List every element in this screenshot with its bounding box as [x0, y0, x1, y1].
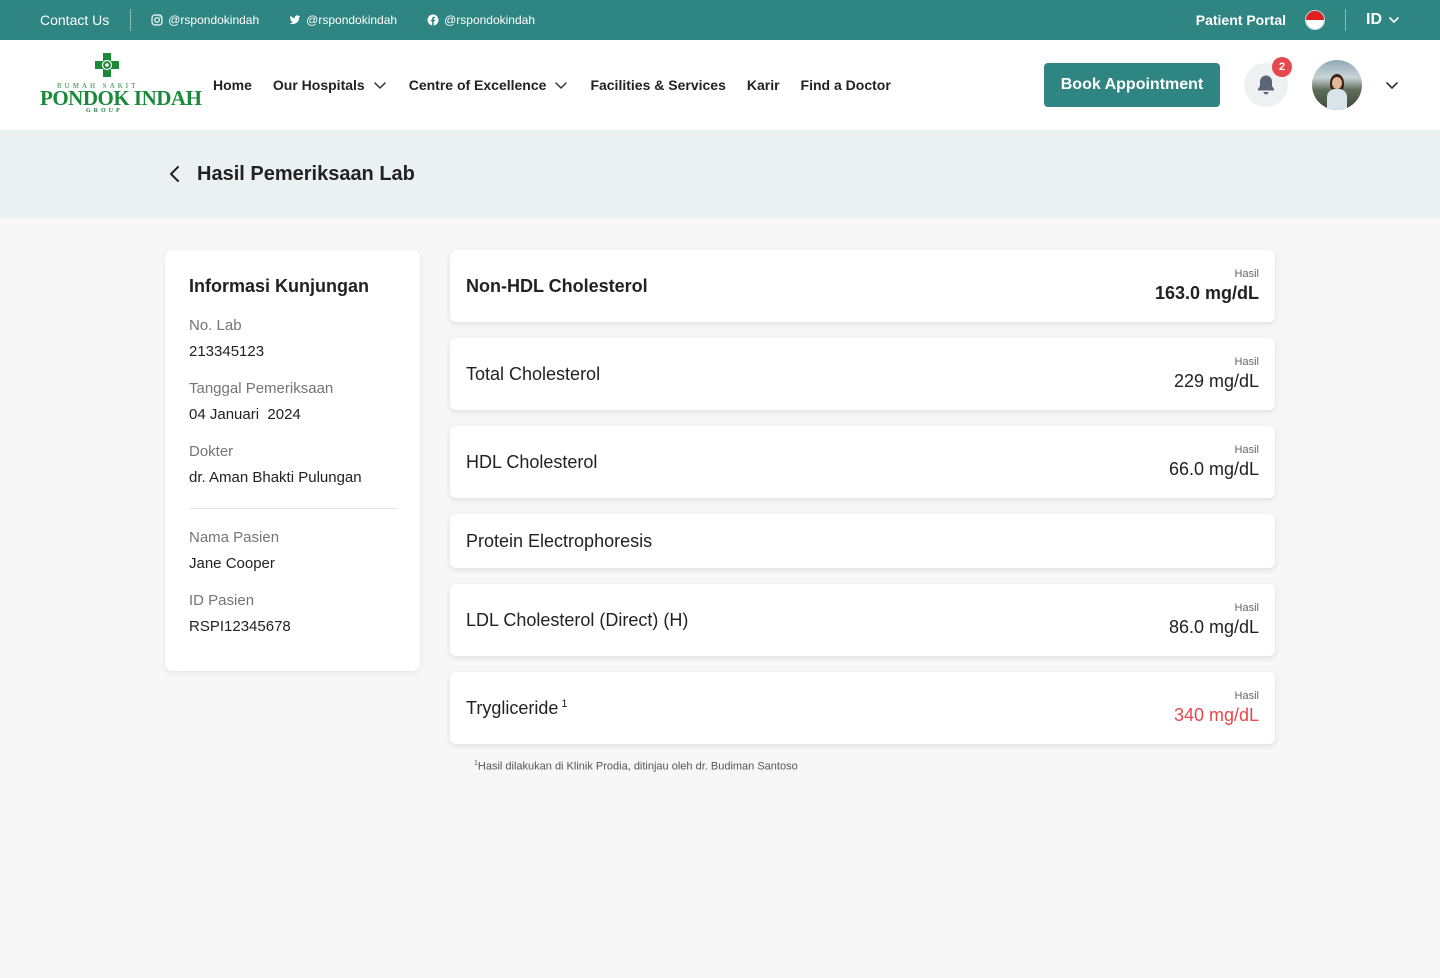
result-name: Protein Electrophoresis	[466, 530, 653, 551]
nav-item-find-doctor[interactable]: Find a Doctor	[801, 77, 891, 93]
result-name: HDL Cholesterol	[466, 451, 598, 472]
result-card-total-cholesterol[interactable]: Total Cholesterol Hasil 229 mg/dL	[450, 338, 1275, 410]
result-value-block: Hasil 163.0 mg/dL	[1155, 268, 1259, 304]
logo-text-bottom: GROUP	[86, 108, 123, 114]
social-links: @rspondokindah @rspondokindah @rspondoki…	[151, 13, 535, 27]
nav-label: Karir	[746, 77, 780, 93]
exam-date-label: Tanggal Pemeriksaan	[189, 380, 334, 397]
result-card-ldl[interactable]: LDL Cholesterol (Direct) (H) Hasil 86.0 …	[450, 584, 1275, 656]
footnote: 1Hasil dilakukan di Klinik Prodia, ditin…	[474, 760, 1275, 773]
result-card-hdl[interactable]: HDL Cholesterol Hasil 66.0 mg/dL	[450, 426, 1275, 498]
facebook-icon	[427, 14, 439, 26]
chevron-down-icon	[1389, 17, 1399, 23]
exam-date-value: 04 Januari 2024	[189, 406, 301, 423]
twitter-icon	[289, 15, 301, 25]
book-appointment-button[interactable]: Book Appointment	[1044, 63, 1220, 107]
nav-item-our-hospitals[interactable]: Our Hospitals	[273, 77, 387, 93]
result-name: LDL Cholesterol (Direct) (H)	[466, 609, 689, 630]
instagram-icon	[151, 14, 163, 26]
content: Informasi Kunjungan No. Lab 213345123 Ta…	[0, 218, 1440, 978]
result-value: 66.0 mg/dL	[1168, 459, 1259, 479]
page-header: Hasil Pemeriksaan Lab	[0, 130, 1440, 218]
facebook-handle: @rspondokindah	[444, 13, 536, 27]
footnote-text: Hasil dilakukan di Klinik Prodia, ditinj…	[477, 760, 798, 773]
facebook-link[interactable]: @rspondokindah	[427, 13, 535, 27]
nav-label: Facilities & Services	[590, 77, 726, 93]
nav-item-facilities[interactable]: Facilities & Services	[590, 77, 725, 93]
nav-label: Find a Doctor	[800, 77, 891, 93]
twitter-link[interactable]: @rspondokindah	[289, 13, 397, 27]
nav-menu: Home Our Hospitals Centre of Excellence …	[213, 77, 891, 93]
patient-id-value: RSPI12345678	[189, 618, 291, 635]
contact-us-link[interactable]: Contact Us	[40, 9, 132, 31]
nav-label: Centre of Excellence	[408, 77, 547, 93]
result-value: 163.0 mg/dL	[1154, 283, 1259, 303]
nav-item-karir[interactable]: Karir	[747, 77, 780, 93]
chevron-down-icon	[373, 82, 386, 89]
page-title: Hasil Pemeriksaan Lab	[197, 162, 415, 185]
indonesia-flag-icon[interactable]	[1305, 10, 1325, 30]
result-label: Hasil	[1234, 268, 1259, 280]
main-nav: RUMAH SAKIT PONDOK INDAH GROUP Home Our …	[0, 40, 1440, 130]
result-label: Hasil	[1234, 444, 1259, 456]
bell-icon	[1258, 75, 1274, 95]
lab-number-label: No. Lab	[189, 317, 242, 334]
language-label: ID	[1366, 11, 1382, 28]
twitter-handle: @rspondokindah	[306, 13, 398, 27]
result-label: Hasil	[1234, 602, 1259, 614]
patient-portal-link[interactable]: Patient Portal	[1196, 12, 1286, 28]
result-name: Non-HDL Cholesterol	[466, 275, 648, 296]
nav-item-centre-of-excellence[interactable]: Centre of Excellence	[409, 77, 569, 93]
notification-badge: 2	[1272, 57, 1292, 77]
divider	[189, 508, 396, 509]
result-card-trygliceride[interactable]: Trygliceride 1 Hasil 340 mg/dL	[450, 672, 1275, 744]
result-label: Hasil	[1234, 690, 1259, 702]
chevron-down-icon[interactable]	[1384, 77, 1400, 93]
result-value-block: Hasil 340 mg/dL	[1174, 690, 1259, 726]
instagram-link[interactable]: @rspondokindah	[151, 13, 259, 27]
chevron-down-icon	[555, 82, 568, 89]
nav-right: Book Appointment 2	[1044, 57, 1400, 110]
notification-button[interactable]: 2	[1244, 57, 1292, 107]
result-name: Total Cholesterol	[466, 363, 601, 384]
hospital-logo[interactable]: RUMAH SAKIT PONDOK INDAH GROUP	[40, 53, 202, 117]
nav-label: Our Hospitals	[272, 77, 365, 93]
lab-results-list: Non-HDL Cholesterol Hasil 163.0 mg/dL To…	[450, 250, 1275, 773]
top-bar: Contact Us @rspondokindah @rspondokindah…	[0, 0, 1440, 40]
result-card-non-hdl[interactable]: Non-HDL Cholesterol Hasil 163.0 mg/dL	[450, 250, 1275, 322]
visit-info-card: Informasi Kunjungan No. Lab 213345123 Ta…	[165, 250, 420, 671]
avatar[interactable]	[1312, 60, 1362, 110]
footnote-marker: 1	[561, 697, 568, 710]
result-value-block: Hasil 86.0 mg/dL	[1169, 602, 1259, 638]
patient-id-label: ID Pasien	[189, 592, 255, 609]
topbar-right: Patient Portal ID	[1196, 9, 1400, 31]
result-name: Trygliceride 1	[466, 698, 567, 719]
result-label: Hasil	[1234, 356, 1259, 368]
language-selector[interactable]: ID	[1366, 11, 1400, 29]
result-card-protein-electrophoresis[interactable]: Protein Electrophoresis	[450, 514, 1275, 568]
patient-name-value: Jane Cooper	[189, 555, 275, 572]
back-arrow-icon[interactable]	[165, 164, 185, 184]
lab-number-value: 213345123	[189, 343, 265, 360]
instagram-handle: @rspondokindah	[168, 13, 260, 27]
doctor-value: dr. Aman Bhakti Pulungan	[189, 469, 362, 486]
result-value-block: Hasil 66.0 mg/dL	[1169, 444, 1259, 480]
topbar-divider	[1345, 9, 1346, 31]
medical-cross-icon	[95, 53, 119, 77]
result-value-block: Hasil 229 mg/dL	[1174, 356, 1259, 392]
visit-info-heading: Informasi Kunjungan	[189, 276, 369, 296]
result-name-text: Trygliceride	[466, 697, 559, 718]
result-value: 229 mg/dL	[1173, 371, 1259, 391]
result-value-high: 340 mg/dL	[1173, 705, 1259, 725]
nav-item-home[interactable]: Home	[213, 77, 252, 93]
nav-label: Home	[213, 77, 252, 93]
patient-name-label: Nama Pasien	[189, 529, 280, 546]
result-value: 86.0 mg/dL	[1168, 617, 1259, 637]
doctor-label: Dokter	[189, 443, 234, 460]
